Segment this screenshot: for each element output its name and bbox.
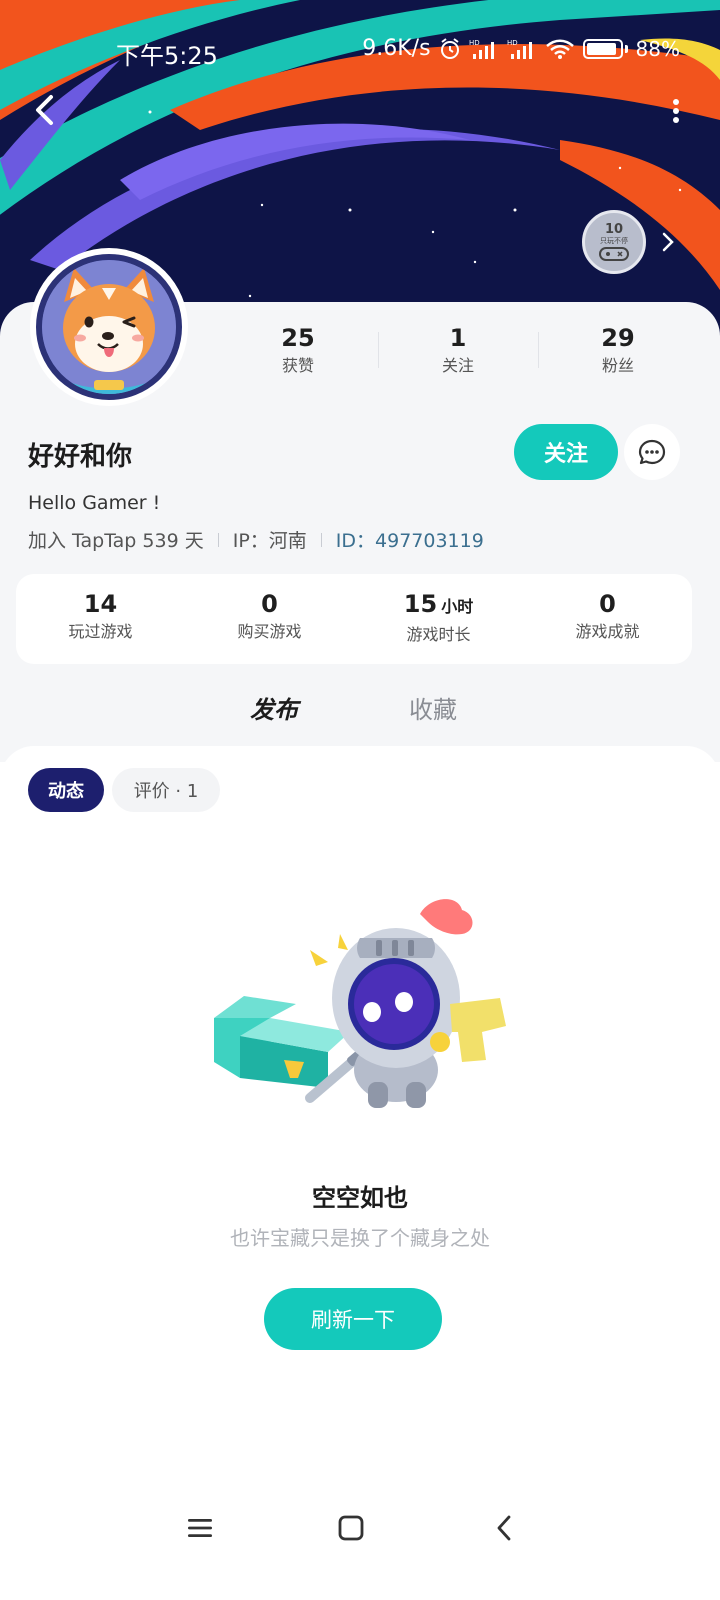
message-button[interactable] xyxy=(624,424,680,480)
system-back-button[interactable] xyxy=(486,1510,522,1546)
empty-knight-illustration xyxy=(214,899,506,1108)
stat-likes-label: 获赞 xyxy=(281,356,314,375)
achievements[interactable]: 0 游戏成就 xyxy=(523,574,692,664)
games-purchased-value: 0 xyxy=(261,590,278,618)
stat-followers-value: 29 xyxy=(601,324,635,352)
gamepad-icon xyxy=(599,246,629,261)
stat-following-label: 关注 xyxy=(441,356,474,375)
stat-following[interactable]: 1 关注 xyxy=(378,322,538,382)
alarm-icon xyxy=(440,37,459,59)
chevron-left-icon xyxy=(497,1515,511,1541)
more-options-button[interactable] xyxy=(668,96,684,126)
play-time-unit: 小时 xyxy=(441,597,474,616)
network-speed: 9.6K/s xyxy=(362,36,431,61)
tab-posts[interactable]: 发布 xyxy=(248,690,302,725)
play-time-label: 游戏时长 xyxy=(406,625,471,644)
shiba-avatar-image xyxy=(36,254,182,400)
stat-followers-label: 粉丝 xyxy=(601,356,634,375)
recent-apps-button[interactable] xyxy=(182,1510,218,1546)
square-icon xyxy=(338,1515,364,1541)
level-badge-link[interactable]: 10 只玩不停 xyxy=(582,210,674,274)
stat-likes-value: 25 xyxy=(281,324,315,352)
badge-caption: 只玩不停 xyxy=(600,236,628,245)
menu-icon xyxy=(188,1519,212,1537)
battery-percent: 88% xyxy=(635,36,680,61)
content-tabs: 发布 收藏 xyxy=(0,690,720,730)
achievements-label: 游戏成就 xyxy=(575,622,640,641)
stat-followers[interactable]: 29 粉丝 xyxy=(538,322,698,382)
chevron-right-icon xyxy=(662,232,674,252)
games-played-value: 14 xyxy=(83,590,118,618)
play-time[interactable]: 15 小时 游戏时长 xyxy=(354,574,523,664)
ip-location: IP：河南 xyxy=(232,530,307,552)
profile-meta: 加入 TapTap 539 天 IP：河南 ID：497703119 xyxy=(28,526,484,553)
bio: Hello Gamer ! xyxy=(28,492,161,514)
level-badge: 10 只玩不停 xyxy=(582,210,646,274)
games-purchased-label: 购买游戏 xyxy=(237,622,302,641)
signal-icon: HD xyxy=(469,39,494,59)
wifi-icon xyxy=(545,39,574,59)
refresh-button[interactable]: 刷新一下 xyxy=(264,1288,442,1350)
badge-level: 10 xyxy=(604,221,624,237)
chevron-left-icon xyxy=(36,95,53,125)
status-bar: 下午5:25 9.6K/s HD HD 88% xyxy=(0,30,720,70)
back-button[interactable] xyxy=(26,88,62,132)
svg-text:HD: HD xyxy=(507,39,518,47)
system-navigation-bar xyxy=(0,1496,720,1560)
games-purchased[interactable]: 0 购买游戏 xyxy=(185,574,354,664)
filter-reviews[interactable]: 评价 · 1 xyxy=(112,768,220,812)
empty-title: 空空如也 xyxy=(312,1184,408,1212)
posts-panel: 动态 评价 · 1 空空如也 也许宝藏只是换了个藏身之处 刷新一下 xyxy=(0,746,720,1600)
empty-subtitle: 也许宝藏只是换了个藏身之处 xyxy=(230,1226,490,1250)
games-played[interactable]: 14 玩过游戏 xyxy=(16,574,185,664)
filter-feed[interactable]: 动态 xyxy=(28,768,104,812)
play-time-value: 15 xyxy=(403,590,438,618)
chat-bubble-icon xyxy=(638,439,666,465)
joined-days: 加入 TapTap 539 天 xyxy=(28,530,204,552)
tab-favorites[interactable]: 收藏 xyxy=(409,690,457,725)
follow-button[interactable]: 关注 xyxy=(514,424,618,480)
game-stats-card: 14 玩过游戏 0 购买游戏 15 小时 游戏时长 0 游戏成就 xyxy=(16,574,692,664)
username: 好好和你 xyxy=(28,442,133,472)
avatar[interactable] xyxy=(30,248,188,406)
games-played-label: 玩过游戏 xyxy=(68,622,133,641)
stat-likes[interactable]: 25 获赞 xyxy=(218,322,378,382)
tab-favorites-label: 收藏 xyxy=(409,696,457,724)
battery-icon xyxy=(582,38,623,59)
tab-posts-label: 发布 xyxy=(250,696,298,724)
status-icons: 9.6K/s HD HD 88% xyxy=(362,36,680,61)
profile-stats: 25 获赞 1 关注 29 粉丝 xyxy=(218,322,698,382)
user-id[interactable]: ID：497703119 xyxy=(336,526,484,553)
signal-icon-2: HD xyxy=(507,39,532,59)
home-button[interactable] xyxy=(333,1510,369,1546)
achievements-value: 0 xyxy=(599,590,616,618)
svg-text:HD: HD xyxy=(469,39,480,47)
stat-following-value: 1 xyxy=(449,324,467,352)
status-time: 下午5:25 xyxy=(116,42,218,70)
